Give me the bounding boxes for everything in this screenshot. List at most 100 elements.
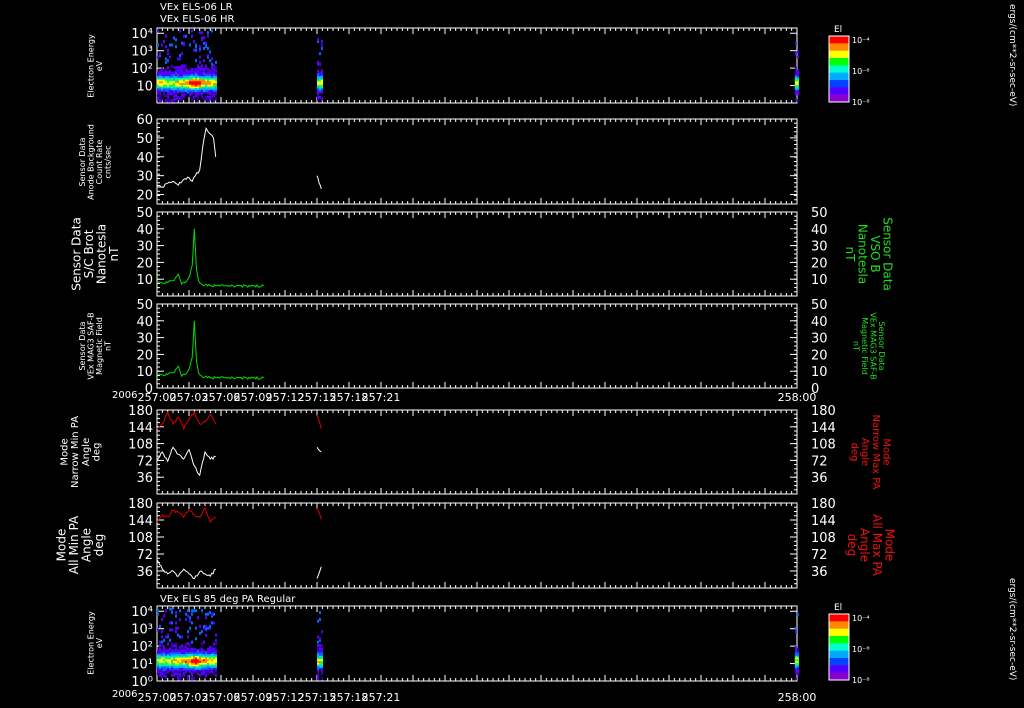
spectrogram-cell	[183, 645, 185, 649]
spectrogram-cell	[177, 66, 179, 70]
spectrogram-cell	[215, 647, 217, 651]
spectrogram-cell	[211, 29, 213, 33]
colorbar-band	[829, 614, 849, 622]
y-tick-label-right: 108	[811, 531, 836, 546]
spectrogram-cell	[157, 609, 159, 613]
y-tick-label: 108	[128, 438, 153, 453]
spectrogram-cell	[794, 41, 797, 45]
spectrogram-cell	[201, 642, 203, 646]
y-tick-label: 40	[136, 315, 153, 330]
spectrogram-cell	[181, 644, 183, 648]
spectrogram-cell	[179, 29, 181, 33]
spectrogram-cell	[175, 647, 177, 651]
spectrogram-cell	[175, 614, 177, 618]
spectrogram-cell	[191, 672, 193, 676]
spectrogram-cell	[215, 673, 217, 677]
spectrogram-cell	[201, 630, 203, 634]
spectrogram-cell	[175, 610, 177, 614]
spectrogram-cell	[201, 647, 203, 651]
spectrogram-cell	[179, 97, 181, 101]
spectrogram-cell	[167, 48, 169, 52]
spectrogram-cell	[167, 59, 169, 63]
spectrogram-cell	[794, 626, 797, 630]
spectrogram-cell	[207, 95, 209, 99]
colorbar-band	[829, 665, 849, 674]
spectrogram-cell	[193, 609, 195, 613]
colorbar-band	[829, 36, 849, 44]
spectrogram-cell	[183, 94, 185, 98]
spectrogram-cell	[205, 616, 207, 620]
spectrogram-cell	[165, 34, 167, 38]
spectrogram-cell	[157, 612, 159, 616]
spectrogram-cell	[794, 649, 797, 653]
spectrogram-cell	[187, 609, 189, 613]
spectrogram-cell	[175, 642, 177, 646]
spectrogram-cell	[175, 45, 177, 49]
y-tick-label: 30	[136, 332, 153, 347]
spectrogram-cell	[191, 677, 193, 681]
all-min-pa-trace	[316, 566, 322, 579]
spectrogram-cell	[165, 675, 167, 679]
spectrogram-cell	[165, 672, 167, 676]
spectrogram-cell	[211, 57, 213, 61]
axis-label-p3: Sensor DataS/C BrotNanoteslanT	[69, 217, 121, 291]
spectrogram-cell	[171, 610, 173, 614]
colorbar-unit-top: ergs/(cm**2-sr-sec-eV)	[1007, 4, 1017, 107]
y-tick-label-right: 10	[811, 273, 828, 288]
axis-label-p7: Electron EnergyeV	[87, 611, 104, 675]
spectrogram-cell	[169, 621, 171, 625]
spectrogram-cell	[163, 94, 165, 98]
year-label-bottom: 2006	[112, 689, 138, 700]
y-tick-label: 10¹	[131, 658, 153, 673]
spectrogram-cell	[796, 50, 799, 54]
colorbar-tick-label: 10⁻⁸	[852, 98, 870, 107]
spectrogram-cell	[161, 649, 163, 653]
panel-frame	[156, 118, 798, 205]
spectrogram-cell	[209, 50, 211, 54]
bottom-x-tick-label: 258:00	[778, 691, 817, 704]
spectrogram-cell	[319, 610, 321, 614]
spectrogram-cell	[181, 635, 183, 639]
spectrogram-cell	[171, 649, 173, 653]
y-tick-label: 50	[136, 298, 153, 313]
spectrogram-cell	[185, 64, 187, 68]
spectrogram-cell	[203, 97, 205, 101]
spectrogram-cell	[205, 69, 207, 73]
y-tick-label: 0	[145, 382, 153, 397]
spectrogram-cell	[193, 677, 195, 681]
spectrogram-cell	[321, 39, 323, 43]
panel-frame	[156, 303, 798, 389]
spectrogram-cell	[179, 609, 181, 613]
y-tick-label: 36	[136, 565, 153, 580]
spectrogram-cell	[193, 48, 195, 52]
colorbar-band	[829, 672, 849, 681]
spectrogram-cell	[213, 612, 215, 616]
spectrogram-cell	[317, 677, 319, 681]
y-tick-label-right: 20	[811, 348, 828, 363]
spectrogram-cell	[165, 67, 167, 71]
spectrogram-cell	[201, 71, 203, 75]
spectrogram-cell	[215, 60, 217, 64]
spectrogram-cell	[163, 614, 165, 618]
spectrogram-cell	[317, 38, 319, 42]
spectrogram-cell	[165, 57, 167, 61]
colorbar-band	[829, 643, 849, 652]
spectrogram-cell	[205, 651, 207, 655]
spectrogram-cell	[209, 95, 211, 99]
spectrogram-cell	[169, 607, 171, 611]
spectrogram-cell	[203, 46, 205, 50]
spectrogram-cell	[317, 673, 319, 677]
panel-frame	[156, 27, 798, 104]
spectrogram-cell	[175, 38, 177, 42]
spectrogram-cell	[197, 649, 199, 653]
spectrogram-cell	[173, 66, 175, 70]
colorbar-band	[829, 65, 849, 74]
spectrogram-cell	[215, 66, 217, 70]
y-tick-label: 40	[136, 151, 153, 166]
spectrogram-cell	[207, 99, 209, 103]
y-tick-label-right: 108	[811, 438, 836, 453]
spectrogram-cell	[207, 647, 209, 651]
spectrogram-cell	[175, 97, 177, 101]
y-tick-label-right: 36	[811, 471, 828, 486]
bottom-colorbar: El 10⁻⁴ 10⁻⁶ 10⁻⁸	[828, 603, 870, 685]
